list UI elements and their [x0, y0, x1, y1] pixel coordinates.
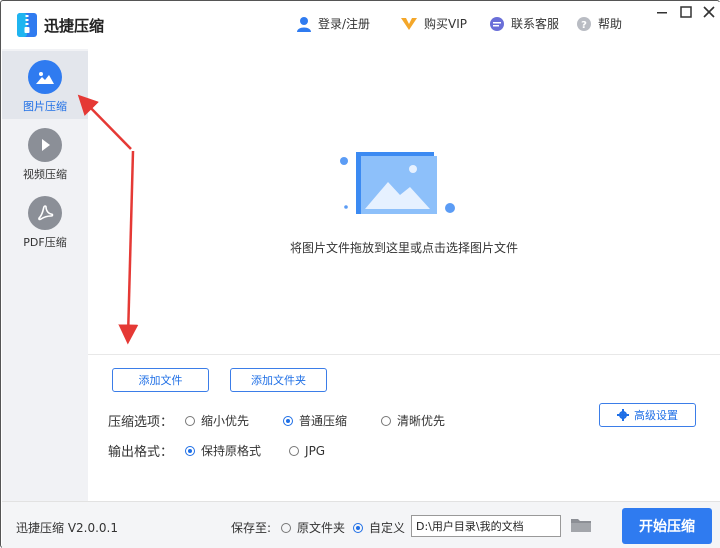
radio-original-folder[interactable]: 原文件夹: [281, 519, 345, 536]
radio-label: 保持原格式: [201, 444, 262, 458]
sidebar-item-label: 图片压缩: [23, 100, 67, 113]
radio-keep-format[interactable]: 保持原格式: [185, 442, 261, 459]
radio-smaller-first[interactable]: 缩小优先: [185, 412, 249, 429]
radio-custom-folder[interactable]: 自定义: [353, 519, 405, 536]
title-bar: 迅捷压缩 登录/注册 购买VIP 联系客服 ? 帮助: [2, 2, 720, 49]
folder-icon[interactable]: [570, 517, 592, 533]
compress-options-label: 压缩选项：: [108, 415, 174, 430]
app-logo-icon: [17, 13, 37, 37]
help-button[interactable]: ? 帮助: [576, 15, 622, 32]
play-icon: [28, 128, 62, 162]
vip-label: 购买VIP: [424, 17, 467, 31]
gear-icon: [617, 409, 629, 421]
minimize-button[interactable]: [654, 4, 670, 20]
radio-jpg[interactable]: JPG: [289, 444, 325, 458]
buy-vip-button[interactable]: 购买VIP: [400, 15, 467, 32]
service-label: 联系客服: [511, 17, 560, 31]
image-icon: [28, 60, 62, 94]
advanced-settings-label: 高级设置: [634, 409, 678, 422]
maximize-button[interactable]: [678, 4, 694, 20]
radio-label: JPG: [305, 443, 326, 458]
pdf-icon: [28, 196, 62, 230]
sidebar-item-pdf-compress[interactable]: PDF压缩: [2, 187, 88, 255]
login-button[interactable]: 登录/注册: [296, 15, 370, 32]
radio-label: 普通压缩: [299, 414, 348, 428]
chat-icon: [490, 16, 504, 31]
svg-text:?: ?: [581, 20, 587, 31]
save-to-label: 保存至:: [231, 521, 272, 535]
drop-zone[interactable]: 将图片文件拖放到这里或点击选择图片文件: [88, 49, 720, 354]
compress-options-row: 压缩选项： 缩小优先 普通压缩 清晰优先: [108, 411, 479, 430]
sidebar-item-video-compress[interactable]: 视频压缩: [2, 119, 88, 187]
output-format-label: 输出格式：: [108, 445, 174, 460]
vip-icon: [401, 17, 417, 30]
sidebar-item-image-compress[interactable]: 图片压缩: [2, 51, 88, 119]
sidebar-item-label: 视频压缩: [23, 168, 67, 181]
radio-label: 自定义: [369, 521, 406, 535]
sidebar-item-label: PDF压缩: [23, 236, 67, 249]
maximize-icon: [680, 6, 692, 18]
app-title: 迅捷压缩: [44, 17, 105, 35]
app-window: 迅捷压缩 登录/注册 购买VIP 联系客服 ? 帮助 图片压缩 视频压缩 PDF…: [0, 0, 720, 548]
version-text: 迅捷压缩 V2.0.0.1: [16, 521, 119, 535]
bottom-bar: 迅捷压缩 V2.0.0.1 保存至: 原文件夹 自定义 开始压缩: [2, 501, 720, 548]
save-path-input[interactable]: [411, 515, 561, 537]
add-folder-button[interactable]: 添加文件夹: [230, 368, 327, 392]
picture-placeholder-icon: [340, 152, 455, 214]
output-format-row: 输出格式： 保持原格式 JPG: [108, 441, 359, 461]
start-compress-button[interactable]: 开始压缩: [622, 508, 712, 544]
radio-normal-compress[interactable]: 普通压缩: [283, 412, 347, 429]
advanced-settings-button[interactable]: 高级设置: [599, 403, 696, 427]
drop-hint: 将图片文件拖放到这里或点击选择图片文件: [289, 241, 518, 255]
radio-label: 原文件夹: [297, 521, 346, 535]
contact-service-button[interactable]: 联系客服: [489, 15, 559, 32]
close-button[interactable]: [701, 4, 717, 20]
add-file-button[interactable]: 添加文件: [112, 368, 209, 392]
radio-label: 清晰优先: [397, 414, 446, 428]
sidebar: 图片压缩 视频压缩 PDF压缩: [2, 49, 88, 501]
help-icon: ?: [577, 16, 591, 31]
user-icon: [297, 16, 311, 32]
login-label: 登录/注册: [318, 17, 371, 31]
radio-clarity-first[interactable]: 清晰优先: [381, 412, 445, 429]
minimize-icon: [657, 12, 667, 14]
close-icon: [703, 6, 715, 18]
options-panel: 添加文件 添加文件夹 压缩选项： 缩小优先 普通压缩 清晰优先 输出格式： 保持…: [88, 354, 720, 501]
radio-label: 缩小优先: [201, 414, 250, 428]
help-label: 帮助: [598, 17, 623, 31]
